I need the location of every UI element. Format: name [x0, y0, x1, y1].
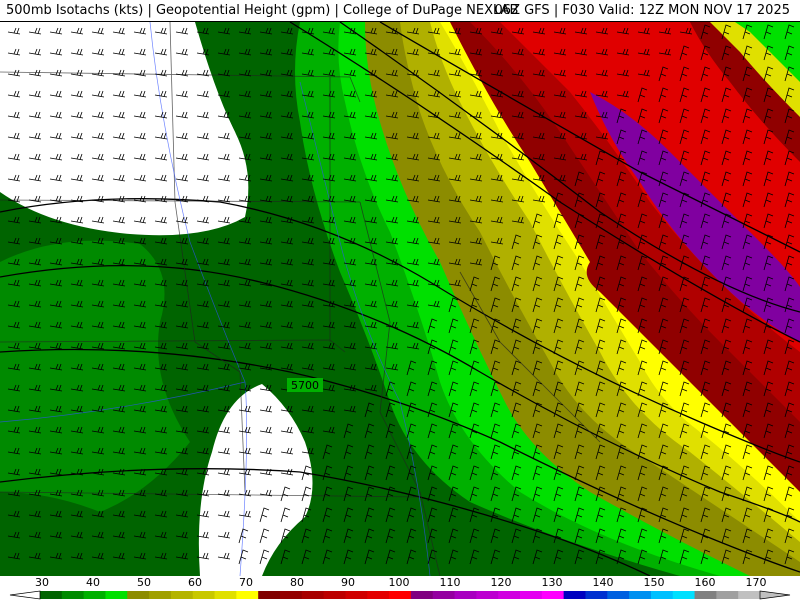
- legend-label: 160: [694, 576, 716, 589]
- colorbar-swatch: [301, 591, 325, 599]
- legend-label: 90: [341, 576, 355, 589]
- colorbar-swatch: [541, 591, 565, 599]
- colorbar-swatch: [170, 591, 194, 599]
- legend-label: 140: [592, 576, 614, 589]
- legend-label: 30: [35, 576, 49, 589]
- colorbar-swatch: [563, 591, 586, 599]
- colorbar-swatch: [476, 591, 499, 599]
- colorbar-swatch: [629, 591, 652, 599]
- colorbar-swatch: [585, 591, 608, 599]
- colorbar-left-arrow: [9, 590, 41, 600]
- legend-label: 100: [388, 576, 410, 589]
- legend-label: 150: [643, 576, 665, 589]
- colorbar-swatch: [607, 591, 630, 599]
- colorbar-swatch: [389, 591, 412, 599]
- legend-colorbar: [9, 590, 791, 600]
- colorbar-right-arrow: [759, 590, 791, 600]
- weather-map: 5700: [0, 22, 800, 576]
- colorbar-swatch: [149, 591, 172, 599]
- legend-label: 170: [745, 576, 767, 589]
- colorbar-swatch: [694, 591, 717, 599]
- colorbar-swatch: [236, 591, 259, 599]
- colorbar-swatch: [192, 591, 216, 599]
- colorbar-swatch: [716, 591, 739, 599]
- legend-label: 50: [137, 576, 151, 589]
- colorbar-swatch: [61, 591, 85, 599]
- contour-label-5700: 5700: [291, 379, 319, 392]
- legend-label: 110: [439, 576, 461, 589]
- product-title: 500mb Isotachs (kts) | Geopotential Heig…: [6, 3, 519, 18]
- legend-label: 60: [188, 576, 202, 589]
- colorbar-swatch: [367, 591, 390, 599]
- colorbar-swatch: [672, 591, 696, 599]
- colorbar-swatch: [105, 591, 128, 599]
- colorbar-swatch: [738, 591, 761, 599]
- colorbar-swatch: [323, 591, 346, 599]
- colorbar-swatch: [432, 591, 456, 599]
- map-header: 500mb Isotachs (kts) | Geopotential Heig…: [0, 0, 800, 22]
- colorbar-swatch: [345, 591, 368, 599]
- valid-time: 06Z GFS | F030 Valid: 12Z MON NOV 17 202…: [494, 3, 790, 18]
- legend-label: 130: [541, 576, 563, 589]
- colorbar-swatch: [498, 591, 521, 599]
- colorbar-swatch: [454, 591, 477, 599]
- isotach-map-svg: 5700: [0, 22, 800, 576]
- legend-label: 120: [490, 576, 512, 589]
- colorbar-swatch: [127, 591, 150, 599]
- colorbar-swatch: [83, 591, 106, 599]
- legend-label: 80: [290, 576, 304, 589]
- colorbar-swatch: [410, 591, 434, 599]
- isotach-legend: 30 40 50 60 70 80 90 100 110 120 130 140 150 160 170: [0, 576, 800, 600]
- colorbar-swatch: [280, 591, 303, 599]
- colorbar-swatch: [258, 591, 281, 599]
- colorbar-swatch: [520, 591, 543, 599]
- colorbar-swatch: [214, 591, 237, 599]
- legend-labels: 30 40 50 60 70 80 90 100 110 120 130 140 150 160 170: [0, 576, 800, 590]
- colorbar-swatch: [650, 591, 674, 599]
- legend-label: 40: [86, 576, 100, 589]
- colorbar-swatch: [40, 591, 63, 599]
- legend-label: 70: [239, 576, 253, 589]
